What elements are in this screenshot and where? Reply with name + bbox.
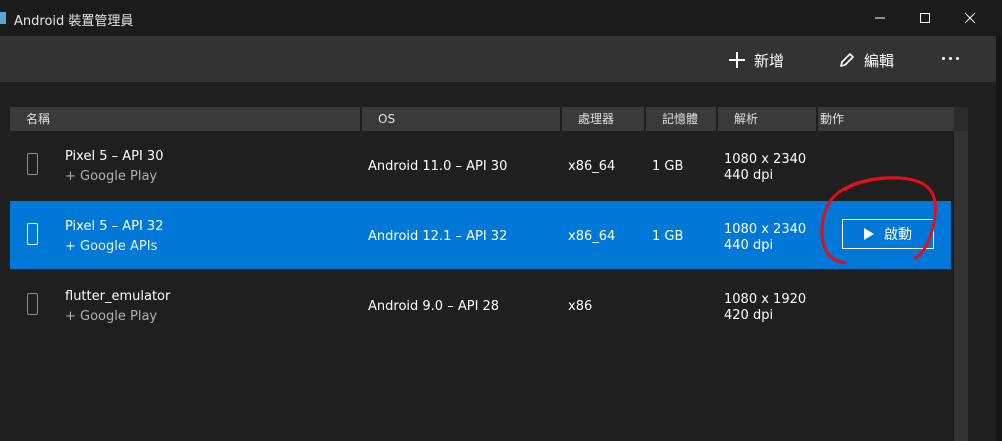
edit-button[interactable]: 編輯 — [838, 48, 894, 72]
column-header-memory[interactable]: 記憶體 — [646, 107, 716, 131]
column-header-name[interactable]: 名稱 — [10, 107, 360, 131]
device-memory: 1 GB — [652, 159, 684, 174]
device-dpi: 440 dpi — [724, 168, 774, 183]
close-icon — [964, 12, 976, 24]
device-resolution: 1080 x 1920 — [724, 292, 807, 307]
edit-button-label: 編輯 — [864, 51, 895, 70]
close-button[interactable] — [950, 4, 990, 32]
column-header-resolution-label: 解析 — [734, 112, 759, 126]
column-header-name-label: 名稱 — [26, 112, 51, 126]
window-border — [996, 36, 1002, 441]
title-bar: Android 裝置管理員 — [0, 0, 1002, 36]
device-memory: 1 GB — [652, 229, 684, 244]
device-row[interactable]: Pixel 5 – API 30 + Google Play Android 1… — [10, 131, 951, 199]
phone-icon — [27, 223, 38, 245]
launch-button-label: 啟動 — [884, 227, 912, 243]
device-os: Android 12.1 – API 32 — [368, 229, 508, 244]
app-icon — [0, 12, 6, 24]
column-header-cpu[interactable]: 處理器 — [562, 107, 644, 131]
minimize-icon — [875, 17, 885, 19]
launch-button[interactable]: 啟動 — [842, 219, 934, 249]
device-name: Pixel 5 – API 30 — [65, 149, 164, 164]
pencil-icon — [840, 53, 854, 67]
scrollbar-thumb[interactable] — [954, 131, 968, 441]
minimize-button[interactable] — [860, 4, 900, 32]
window-title: Android 裝置管理員 — [14, 14, 134, 29]
maximize-icon — [920, 13, 930, 23]
more-icon[interactable] — [940, 50, 962, 66]
column-header-memory-label: 記憶體 — [662, 112, 699, 126]
device-resolution: 1080 x 2340 — [724, 222, 807, 237]
device-name: flutter_emulator — [65, 289, 171, 304]
toolbar: 新增 編輯 — [0, 36, 1002, 82]
new-button[interactable]: 新增 — [728, 48, 784, 72]
plus-icon — [729, 52, 745, 68]
device-cpu: x86_64 — [568, 159, 616, 174]
device-row-selected[interactable]: Pixel 5 – API 32 + Google APIs Android 1… — [10, 201, 951, 269]
phone-icon — [27, 293, 38, 315]
column-header-os-label: OS — [378, 112, 396, 126]
column-header-cpu-label: 處理器 — [578, 112, 615, 126]
vertical-scrollbar[interactable] — [954, 107, 968, 441]
device-resolution: 1080 x 2340 — [724, 152, 807, 167]
play-icon — [864, 228, 874, 240]
column-header-resolution[interactable]: 解析 — [718, 107, 816, 131]
column-header-action[interactable]: 動作 — [818, 107, 954, 131]
device-subtitle: + Google Play — [65, 309, 158, 324]
device-cpu: x86 — [568, 299, 593, 314]
device-name: Pixel 5 – API 32 — [65, 219, 164, 234]
device-row[interactable]: flutter_emulator + Google Play Android 9… — [10, 271, 951, 339]
device-subtitle: + Google APIs — [65, 239, 158, 254]
new-button-label: 新增 — [754, 51, 785, 70]
column-header-action-label: 動作 — [820, 112, 845, 126]
device-os: Android 9.0 – API 28 — [368, 299, 500, 314]
device-os: Android 11.0 – API 30 — [368, 159, 508, 174]
maximize-button[interactable] — [905, 4, 945, 32]
device-dpi: 440 dpi — [724, 238, 774, 253]
device-cpu: x86_64 — [568, 229, 616, 244]
device-dpi: 420 dpi — [724, 308, 774, 323]
column-header-os[interactable]: OS — [362, 107, 560, 131]
phone-icon — [27, 153, 38, 175]
device-subtitle: + Google Play — [65, 169, 158, 184]
